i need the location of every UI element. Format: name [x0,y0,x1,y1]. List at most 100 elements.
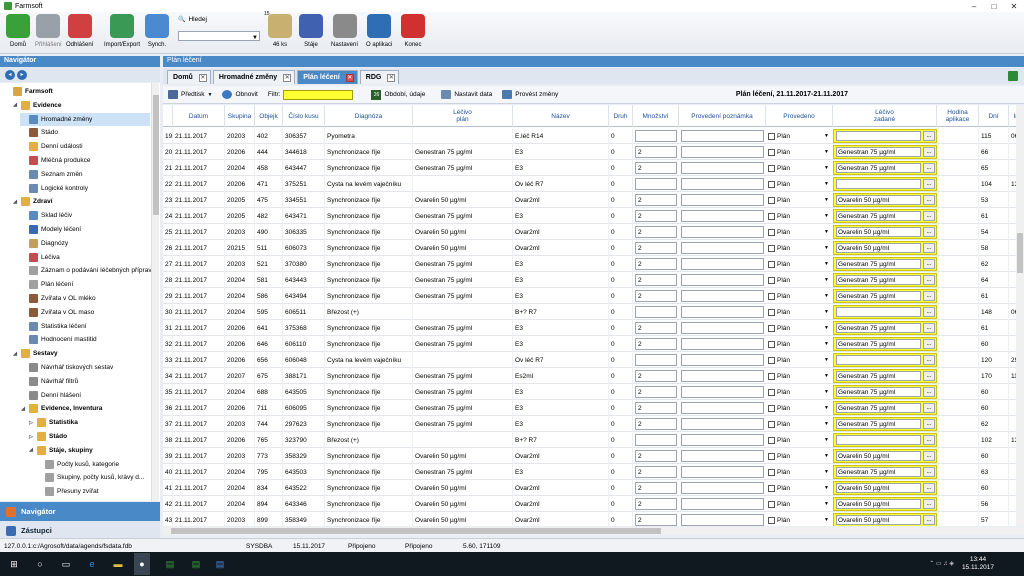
nav-item[interactable]: Léčiva [20,251,60,264]
quantity-input[interactable]: 2 [635,482,677,494]
table-row[interactable]: 37 21.11.2017 20203 744 297623 Synchronizace … [163,416,1016,432]
browse-button[interactable]: ... [923,259,935,269]
provedeno-select[interactable]: Plán ▼ [768,258,831,270]
lecivo-zadane-field[interactable]: ... [833,129,937,143]
lecivo-zadane-input[interactable]: Genestran 75 µg/ml [836,291,921,301]
table-row[interactable]: 19 21.11.2017 20203 402 306357 Pyometra E.léč … [163,128,1016,144]
nav-item[interactable]: ▷ Stádo [28,430,67,443]
provedeno-checkbox[interactable] [768,276,775,284]
lecivo-zadane-field[interactable]: ... [833,353,937,367]
tab-1[interactable]: Hromadné změny ✕ [212,70,296,84]
note-input[interactable] [681,306,764,318]
quantity-input[interactable] [635,130,677,142]
provedeno-checkbox[interactable] [768,132,775,140]
provedeno-select[interactable]: Plán ▼ [768,498,831,510]
obnovit-button[interactable]: Obnovit [217,90,262,99]
table-row[interactable]: 29 21.11.2017 20204 586 643494 Synchronizace … [163,288,1016,304]
table-row[interactable]: 26 21.11.2017 20215 511 606073 Synchronizace … [163,240,1016,256]
note-input[interactable] [681,258,764,270]
chevron-down-icon[interactable]: ▼ [824,517,829,523]
note-input[interactable] [681,226,764,238]
nav-item[interactable]: Skupiny, počty kusů, krávy d... [36,471,144,484]
quantity-input[interactable]: 2 [635,514,677,526]
table-row[interactable]: 25 21.11.2017 20203 490 306335 Synchronizace … [163,224,1016,240]
table-row[interactable]: 39 21.11.2017 20203 773 358329 Synchronizace … [163,448,1016,464]
provedeno-select[interactable]: Plán ▼ [768,322,831,334]
task-view-icon[interactable]: ▭ [58,556,74,572]
quantity-input[interactable]: 2 [635,290,677,302]
table-row[interactable]: 31 21.11.2017 20206 641 375368 Synchronizace … [163,320,1016,336]
lecivo-zadane-input[interactable]: Ovarelin 50 µg/ml [836,451,921,461]
column-header[interactable]: Datum [173,105,225,127]
lecivo-zadane-field[interactable]: Genestran 75 µg/ml... [833,321,937,335]
lecivo-zadane-input[interactable]: Genestran 75 µg/ml [836,371,921,381]
table-row[interactable]: 40 21.11.2017 20204 795 643503 Synchronizace … [163,464,1016,480]
table-row[interactable]: 38 21.11.2017 20206 765 323790 Březost (+) B+?… [163,432,1016,448]
quantity-input[interactable]: 2 [635,146,677,158]
filter-input[interactable] [283,89,354,100]
nav-item[interactable]: Plán léčení [20,278,73,291]
column-header[interactable]: Skupina [225,105,255,127]
quantity-input[interactable]: 2 [635,370,677,382]
table-row[interactable]: 41 21.11.2017 20204 834 643522 Synchronizace … [163,480,1016,496]
chevron-down-icon[interactable]: ▼ [824,181,829,187]
table-row[interactable]: 24 21.11.2017 20205 482 643471 Synchronizace … [163,208,1016,224]
close-tab-icon[interactable]: ✕ [345,73,354,82]
lecivo-zadane-input[interactable]: Genestran 75 µg/ml [836,323,921,333]
provedeno-checkbox[interactable] [768,180,775,188]
note-input[interactable] [681,146,764,158]
ribbon-button-7[interactable]: Nastavení [331,14,358,48]
edge-icon[interactable]: e [84,556,100,572]
nav-item[interactable]: ◢ Sestavy [12,347,58,360]
lecivo-zadane-field[interactable]: ... [833,433,937,447]
browse-button[interactable]: ... [923,307,935,317]
chevron-down-icon[interactable]: ▼ [824,357,829,363]
browse-button[interactable]: ... [923,243,935,253]
note-input[interactable] [681,386,764,398]
sheet-taskbar-icon[interactable]: ▤ [188,556,204,572]
provedeno-checkbox[interactable] [768,356,775,364]
browse-button[interactable]: ... [923,419,935,429]
ribbon-button-5[interactable]: 46 ks [268,14,292,48]
provedeno-select[interactable]: Plán ▼ [768,370,831,382]
browse-button[interactable]: ... [923,435,935,445]
provedeno-select[interactable]: Plán ▼ [768,402,831,414]
lecivo-zadane-input[interactable] [836,355,921,365]
table-row[interactable]: 43 21.11.2017 20203 899 358349 Synchronizace … [163,512,1016,526]
table-row[interactable]: 27 21.11.2017 20203 521 370380 Synchronizace … [163,256,1016,272]
table-row[interactable]: 33 21.11.2017 20206 656 606048 Cysta na levém… [163,352,1016,368]
provedeno-select[interactable]: Plán ▼ [768,178,831,190]
quantity-input[interactable]: 2 [635,402,677,414]
ribbon-button-0[interactable]: Domů [6,14,30,48]
lecivo-zadane-input[interactable] [836,435,921,445]
note-input[interactable] [681,466,764,478]
quantity-input[interactable]: 2 [635,226,677,238]
provedeno-checkbox[interactable] [768,196,775,204]
grid-vertical-scrollbar[interactable] [1016,105,1024,526]
system-tray-icons[interactable]: ⌃ ▭ ♫ ◈ [929,560,954,567]
column-header[interactable]: Množství [633,105,679,127]
provedeno-checkbox[interactable] [768,436,775,444]
note-input[interactable] [681,402,764,414]
chevron-down-icon[interactable]: ▼ [824,213,829,219]
chevron-down-icon[interactable]: ▼ [824,197,829,203]
browse-button[interactable]: ... [923,451,935,461]
quantity-input[interactable]: 2 [635,242,677,254]
lecivo-zadane-input[interactable]: Genestran 75 µg/ml [836,163,921,173]
nav-item[interactable]: Hromadné změny [20,112,150,126]
chevron-down-icon[interactable]: ▼ [824,469,829,475]
lecivo-zadane-input[interactable]: Genestran 75 µg/ml [836,259,921,269]
chevron-down-icon[interactable]: ▼ [824,405,829,411]
provedeno-select[interactable]: Plán ▼ [768,434,831,446]
lecivo-zadane-field[interactable]: Genestran 75 µg/ml... [833,209,937,223]
nav-item[interactable]: Návrhář tiskových sestav [20,361,113,374]
chevron-down-icon[interactable]: ▼ [824,341,829,347]
column-header[interactable]: Objejk [255,105,283,127]
note-input[interactable] [681,274,764,286]
provedeno-select[interactable]: Plán ▼ [768,338,831,350]
minimize-button[interactable]: – [964,0,984,12]
expand-arrow-icon[interactable]: ◢ [12,102,18,108]
browse-button[interactable]: ... [923,147,935,157]
quantity-input[interactable] [635,306,677,318]
lecivo-zadane-input[interactable] [836,131,921,141]
